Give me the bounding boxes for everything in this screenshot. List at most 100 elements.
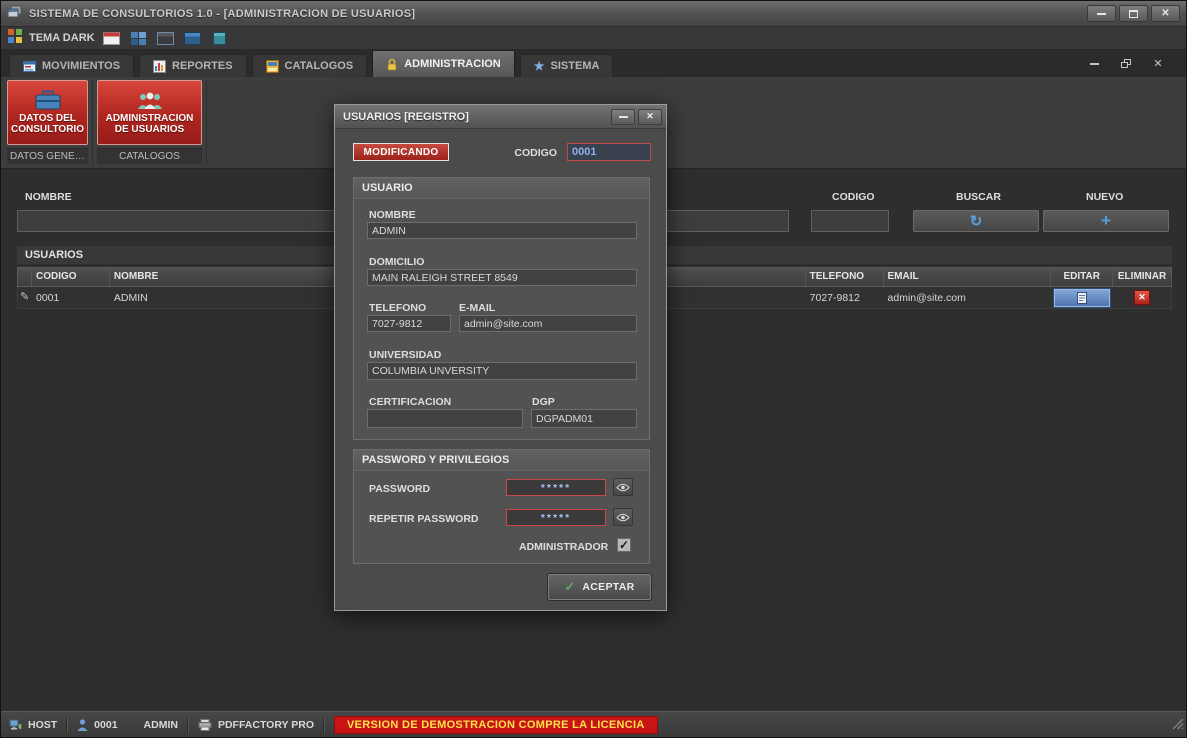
tab-catalogos[interactable]: CATALOGOS (252, 54, 368, 77)
resize-grip-icon (1171, 717, 1184, 730)
printer-icon (198, 719, 212, 731)
users-group-icon (136, 91, 164, 111)
nuevo-button[interactable]: + (1043, 210, 1169, 232)
tab-label: ADMINISTRACION (404, 58, 501, 70)
edit-form-icon (1077, 292, 1087, 304)
printer-label: PDFFACTORY PRO (218, 719, 314, 731)
theme-option-blue-tiles-button[interactable] (129, 29, 149, 47)
printer-segment: PDFFACTORY PRO (198, 719, 314, 731)
show-password-button[interactable] (613, 478, 633, 496)
certificacion-input[interactable] (367, 409, 523, 428)
nombre-input[interactable] (367, 222, 637, 239)
ribbon-group-caption: DATOS GENER... (7, 148, 88, 164)
theme-teal-icon (213, 32, 226, 45)
email-input[interactable] (459, 315, 637, 332)
resize-grip[interactable] (1171, 717, 1184, 735)
mdi-close-button[interactable]: ✕ (1150, 57, 1166, 71)
tab-sistema[interactable]: ★ SISTEMA (520, 54, 614, 77)
star-icon: ★ (534, 60, 545, 72)
usuarios-registro-dialog: USUARIOS [REGISTRO] ✕ MODIFICANDO CODIGO… (334, 104, 667, 611)
universidad-label: UNIVERSIDAD (369, 349, 441, 361)
movimientos-icon (23, 60, 36, 73)
row-indicator-header (18, 268, 32, 286)
nombre-label: NOMBRE (369, 209, 416, 221)
host-label: HOST (28, 719, 57, 731)
app-window: SISTEMA DE CONSULTORIOS 1.0 - [ADMINISTR… (0, 0, 1187, 738)
cell-eliminar: ✕ (1113, 287, 1171, 308)
close-icon: ✕ (1161, 8, 1169, 19)
minimize-button[interactable] (1087, 5, 1116, 22)
email-label: E-MAIL (459, 302, 495, 314)
statusbar-separator (66, 717, 68, 733)
password-input[interactable] (506, 479, 606, 496)
cell-email: admin@site.com (884, 287, 1052, 308)
buscar-label: BUSCAR (956, 191, 1001, 203)
universidad-input[interactable] (367, 362, 637, 380)
catalogos-icon (266, 60, 279, 73)
tab-movimientos[interactable]: MOVIMIENTOS (9, 54, 134, 77)
theme-option-teal-button[interactable] (210, 29, 230, 47)
theme-option-dark-button[interactable] (156, 29, 176, 47)
row-edit-indicator-icon: ✎ (18, 287, 32, 308)
lock-icon (386, 58, 398, 71)
header-codigo[interactable]: CODIGO (32, 268, 110, 286)
theme-dark-icon (157, 32, 174, 45)
dgp-input[interactable] (531, 409, 637, 428)
theme-label: TEMA DARK (29, 32, 95, 44)
datos-del-consultorio-button[interactable]: DATOS DEL CONSULTORIO (7, 80, 88, 145)
password-privilegios-groupbox: PASSWORD Y PRIVILEGIOS PASSWORD REPETIR … (353, 449, 650, 564)
tab-reportes[interactable]: REPORTES (139, 54, 247, 77)
statusbar-separator (323, 717, 325, 733)
close-icon: ✕ (646, 111, 654, 122)
dialog-titlebar[interactable]: USUARIOS [REGISTRO] ✕ (335, 105, 666, 129)
nombre-filter-label: NOMBRE (25, 191, 72, 203)
theme-option-navy-button[interactable] (183, 29, 203, 47)
theme-option-light-button[interactable] (102, 29, 122, 47)
administrador-label: ADMINISTRADOR (519, 541, 608, 553)
show-repetir-password-button[interactable] (613, 508, 633, 526)
domicilio-input[interactable] (367, 269, 637, 286)
mdi-minimize-button[interactable] (1086, 57, 1102, 71)
tab-administracion[interactable]: ADMINISTRACION (372, 50, 515, 77)
close-button[interactable]: ✕ (1151, 5, 1180, 22)
telefono-input[interactable] (367, 315, 451, 332)
button-label: ADMINISTRACION DE USUARIOS (98, 113, 201, 135)
codigo-filter-input[interactable] (811, 210, 889, 232)
administracion-de-usuarios-button[interactable]: ADMINISTRACION DE USUARIOS (97, 80, 202, 145)
maximize-button[interactable] (1119, 5, 1148, 22)
dialog-close-button[interactable]: ✕ (638, 109, 662, 125)
edit-row-button[interactable] (1054, 289, 1110, 307)
theme-toolbar: TEMA DARK (1, 27, 1186, 50)
dialog-codigo-input[interactable] (567, 143, 651, 161)
domicilio-label: DOMICILIO (369, 256, 424, 268)
buscar-button[interactable]: ↻ (913, 210, 1039, 232)
user-name: ADMIN (144, 719, 178, 731)
window-controls: ✕ (1087, 5, 1180, 22)
window-titlebar[interactable]: SISTEMA DE CONSULTORIOS 1.0 - [ADMINISTR… (1, 1, 1186, 27)
briefcase-icon (35, 90, 61, 111)
administrador-checkbox[interactable]: ✓ (617, 538, 631, 552)
mdi-restore-button[interactable] (1118, 57, 1134, 71)
telefono-label: TELEFONO (369, 302, 426, 314)
green-check-icon: ✓ (565, 579, 576, 595)
header-telefono[interactable]: TELEFONO (806, 268, 884, 286)
tab-label: REPORTES (172, 60, 233, 72)
checkmark-icon: ✓ (619, 539, 629, 551)
modificando-button[interactable]: MODIFICANDO (353, 143, 449, 161)
dialog-minimize-button[interactable] (611, 109, 635, 125)
aceptar-label: ACEPTAR (582, 581, 634, 593)
cell-codigo: 0001 (32, 287, 110, 308)
repetir-password-label: REPETIR PASSWORD (369, 513, 478, 525)
search-refresh-icon: ↻ (970, 214, 983, 229)
delete-row-button[interactable]: ✕ (1134, 290, 1150, 305)
user-code: 0001 (94, 719, 117, 731)
repetir-password-input[interactable] (506, 509, 606, 526)
dgp-label: DGP (532, 396, 555, 408)
tab-label: CATALOGOS (285, 60, 354, 72)
usuario-groupbox: USUARIO NOMBRE DOMICILIO TELEFONO E-MAIL… (353, 177, 650, 440)
maximize-icon (1129, 10, 1138, 18)
aceptar-button[interactable]: ✓ ACEPTAR (548, 574, 651, 600)
header-email[interactable]: EMAIL (884, 268, 1052, 286)
eye-icon (616, 483, 630, 492)
cell-telefono: 7027-9812 (806, 287, 884, 308)
